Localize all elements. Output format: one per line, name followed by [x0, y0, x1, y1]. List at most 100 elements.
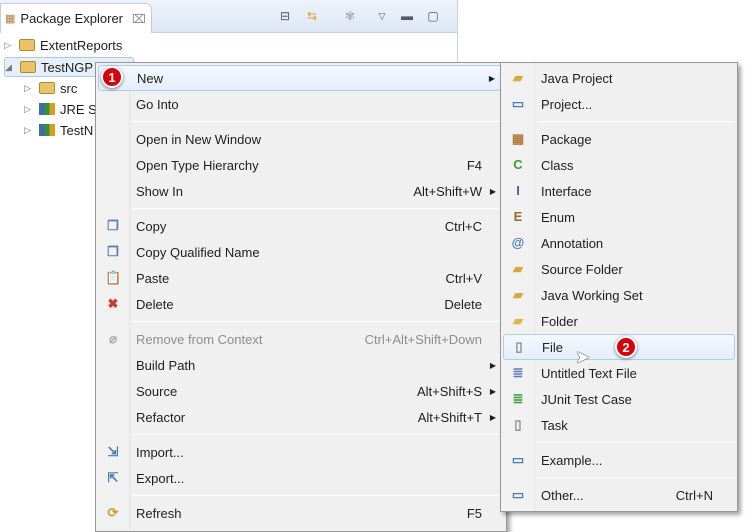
text-file-icon: ≣ — [512, 365, 524, 380]
collapsed-arrow-icon[interactable]: ▷ — [24, 104, 34, 115]
menu-item-label: Example... — [541, 452, 603, 468]
menu-item-java-working-set[interactable]: ▰ Java Working Set — [503, 282, 735, 308]
menu-item-interface[interactable]: I Interface — [503, 178, 735, 204]
menu-item-source-folder[interactable]: ▰ Source Folder — [503, 256, 735, 282]
menu-item-annotation[interactable]: @ Annotation — [503, 230, 735, 256]
menu-item-refresh[interactable]: ⟳ Refresh F5 — [98, 500, 504, 526]
tab-package-explorer[interactable]: ▦ Package Explorer ⌧ — [0, 3, 152, 33]
menu-item-label: Show In — [136, 183, 183, 199]
menu-item-label: Source Folder — [541, 261, 623, 277]
menu-item-open-in-new-window[interactable]: Open in New Window — [98, 126, 504, 152]
menu-item-junit-test-case[interactable]: ≣ JUnit Test Case — [503, 386, 735, 412]
menu-item-label: Other... — [541, 487, 584, 503]
project-folder-icon — [19, 39, 35, 51]
menu-item-package[interactable]: ▦ Package — [503, 126, 735, 152]
step-badge-1: 1 — [101, 66, 123, 88]
menu-item-label: Folder — [541, 313, 578, 329]
enum-icon: E — [513, 209, 523, 224]
menu-item-shortcut: Ctrl+N — [675, 487, 713, 503]
menu-item-label: Build Path — [136, 357, 196, 373]
folder-icon: ▰ — [513, 313, 523, 328]
other-wizard-icon: ▭ — [511, 487, 525, 502]
collapsed-arrow-icon[interactable]: ▷ — [24, 125, 34, 136]
menu-item-export[interactable]: ⇱ Export... — [98, 465, 504, 491]
package-explorer-icon: ▦ — [5, 13, 16, 25]
menu-separator — [132, 208, 504, 209]
menu-item-label: Paste — [136, 270, 170, 286]
view-menu-icon[interactable]: ▽ — [375, 9, 389, 23]
menu-item-label: New — [137, 70, 164, 86]
menu-item-show-in[interactable]: Show In Alt+Shift+W ▶ — [98, 178, 504, 204]
menu-item-new[interactable]: New ▶ — [98, 65, 504, 91]
menu-item-import[interactable]: ⇲ Import... — [98, 439, 504, 465]
menu-item-label: File — [542, 339, 563, 355]
paste-icon: 📋 — [105, 270, 122, 285]
menu-item-class[interactable]: C Class — [503, 152, 735, 178]
view-toolbar: ▦ Package Explorer ⌧ ⊟ ⇆ ✾ ▽ ▬ ▢ — [0, 0, 457, 33]
tree-item[interactable]: ▷ src — [24, 78, 77, 98]
tree-item[interactable]: ▷ TestN — [24, 120, 93, 140]
menu-item-label: Copy — [136, 218, 167, 234]
minimize-icon[interactable]: ▬ — [400, 9, 414, 23]
close-tab-icon[interactable]: ⌧ — [132, 12, 146, 26]
menu-item-other[interactable]: ▭ Other... Ctrl+N — [503, 482, 735, 508]
tab-title: Package Explorer — [20, 11, 124, 26]
menu-item-shortcut: F4 — [466, 157, 482, 173]
menu-item-copy-qualified-name[interactable]: ❐ Copy Qualified Name — [98, 239, 504, 265]
menu-item-label: Refresh — [136, 505, 182, 521]
menu-item-label: JUnit Test Case — [541, 391, 632, 407]
export-icon: ⇱ — [107, 470, 119, 485]
class-icon: C — [513, 157, 523, 172]
collapsed-arrow-icon[interactable]: ▷ — [24, 83, 34, 94]
menu-item-label: Class — [541, 157, 574, 173]
menu-item-label: Annotation — [541, 235, 604, 251]
working-set-icon: ▰ — [513, 287, 523, 302]
menu-item-refactor[interactable]: Refactor Alt+Shift+T ▶ — [98, 404, 504, 430]
filters-icon[interactable]: ✾ — [343, 9, 357, 23]
mouse-cursor-icon: ➤ — [575, 347, 591, 367]
menu-item-source[interactable]: Source Alt+Shift+S ▶ — [98, 378, 504, 404]
menu-item-go-into[interactable]: Go Into — [98, 91, 504, 117]
context-menu: New ▶ Go Into Open in New Window Open Type H… — [95, 62, 507, 532]
tree-item-label: TestNGP — [41, 59, 94, 75]
menu-item-label: Source — [136, 383, 178, 399]
maximize-icon[interactable]: ▢ — [426, 9, 440, 23]
project-icon: ▭ — [511, 96, 525, 111]
link-with-editor-icon[interactable]: ⇆ — [305, 9, 319, 23]
new-submenu: ▰ Java Project ▭ Project... ▦ Package C Class I I… — [500, 62, 738, 512]
remove-context-icon: ⌀ — [109, 331, 117, 346]
menu-item-label: Copy Qualified Name — [136, 244, 260, 260]
menu-item-shortcut: Alt+Shift+T — [417, 409, 482, 425]
menu-item-open-type-hierarchy[interactable]: Open Type Hierarchy F4 — [98, 152, 504, 178]
menu-item-task[interactable]: ▯ Task — [503, 412, 735, 438]
expanded-arrow-icon[interactable]: ◢ — [5, 62, 15, 73]
menu-separator — [132, 121, 504, 122]
library-icon — [39, 124, 55, 136]
collapse-all-icon[interactable]: ⊟ — [278, 9, 292, 23]
library-icon — [39, 103, 55, 115]
menu-item-paste[interactable]: 📋 Paste Ctrl+V — [98, 265, 504, 291]
menu-item-enum[interactable]: E Enum — [503, 204, 735, 230]
menu-separator — [132, 434, 504, 435]
menu-separator — [537, 477, 735, 478]
menu-item-label: Task — [541, 417, 568, 433]
menu-item-project[interactable]: ▭ Project... — [503, 91, 735, 117]
menu-item-build-path[interactable]: Build Path ▶ — [98, 352, 504, 378]
menu-item-shortcut: Ctrl+Alt+Shift+Down — [364, 331, 482, 347]
menu-item-label: Open in New Window — [136, 131, 261, 147]
collapsed-arrow-icon[interactable]: ▷ — [4, 40, 14, 51]
tree-item[interactable]: ▷ ExtentReports — [4, 35, 122, 55]
menu-item-copy[interactable]: ❐ Copy Ctrl+C — [98, 213, 504, 239]
tree-item-label: ExtentReports — [40, 37, 123, 53]
menu-separator — [132, 321, 504, 322]
menu-item-example[interactable]: ▭ Example... — [503, 447, 735, 473]
copy-qualified-icon: ❐ — [107, 244, 119, 259]
tree-item-label: JRE S — [60, 101, 97, 117]
interface-icon: I — [516, 183, 520, 198]
menu-item-shortcut: F5 — [466, 505, 482, 521]
menu-item-java-project[interactable]: ▰ Java Project — [503, 65, 735, 91]
menu-item-delete[interactable]: ✖ Delete Delete — [98, 291, 504, 317]
menu-item-folder[interactable]: ▰ Folder — [503, 308, 735, 334]
tree-item[interactable]: ▷ JRE S — [24, 99, 97, 119]
menu-item-untitled-text-file[interactable]: ≣ Untitled Text File — [503, 360, 735, 386]
